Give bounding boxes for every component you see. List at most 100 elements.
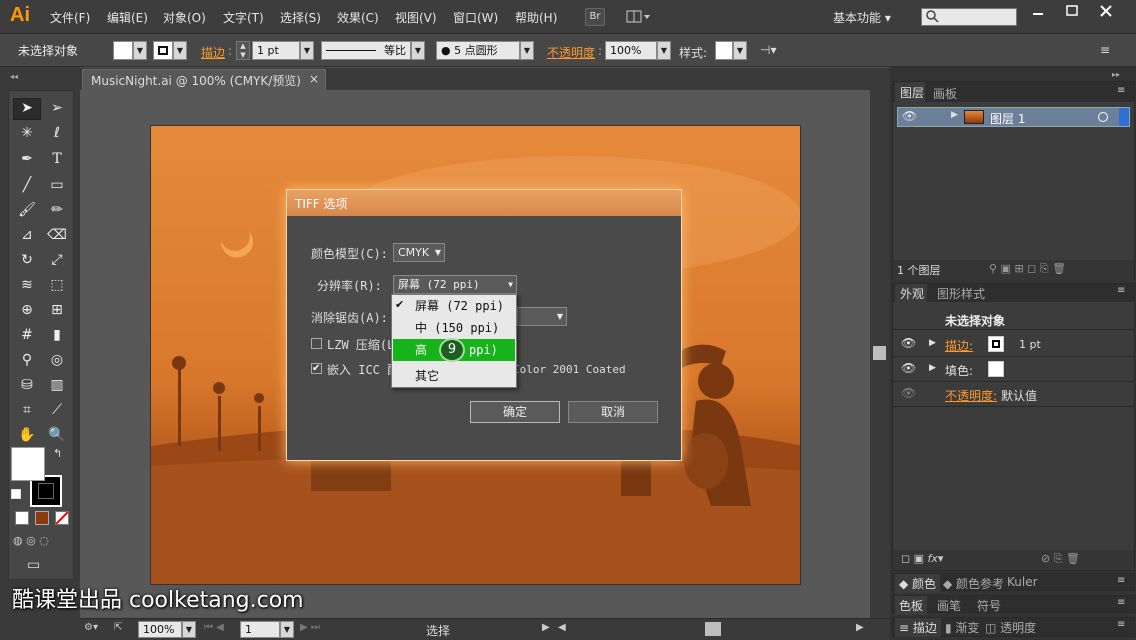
tab-transparency[interactable]: ◫ 透明度 [985,619,1036,636]
perspective-grid-tool-icon[interactable]: ⊞ [43,299,71,322]
artboard-tool-icon[interactable]: ⌗ [13,399,41,422]
tab-gradient[interactable]: ▮ 渐变 [945,619,979,636]
brush-select[interactable]: ● 5 点圆形 [436,41,520,60]
draw-mode-icons[interactable]: ◍ ◎ ◌ [13,534,69,550]
tab-kuler[interactable]: Kuler [1007,575,1038,589]
type-tool-icon[interactable]: T [43,148,71,171]
tab-color[interactable]: ◆ 颜色 [895,574,941,593]
fill-swatch[interactable] [113,41,133,60]
style-dropdown-icon[interactable]: ▼ [733,41,747,60]
shape-builder-tool-icon[interactable]: ⊕ [13,299,41,322]
menu-help[interactable]: 帮助(H) [515,9,557,26]
fill-expand-icon[interactable]: ▶ [929,363,936,373]
zoom-dropdown-icon[interactable]: ▼ [182,621,196,638]
close-icon[interactable] [1097,4,1115,18]
none-mode-icon[interactable] [55,511,69,525]
tab-graphic-styles[interactable]: 图形样式 [937,285,985,302]
horizontal-scroll-thumb[interactable] [705,622,721,636]
resolution-option-screen[interactable]: 屏幕 (72 ppi) [393,295,515,317]
stroke-weight-stepper[interactable]: ▲ ▼ [236,41,250,60]
align-options-icon[interactable]: ⊣▾ [760,43,790,59]
hand-tool-icon[interactable]: ✋ [13,424,41,447]
appearance-menu-icon[interactable]: ≡ [1117,285,1125,296]
menu-object[interactable]: 对象(O) [163,9,206,26]
tab-stroke[interactable]: ≡ 描边 [895,618,941,637]
next-artboard-icons[interactable]: ▶ ⏭ [300,622,340,633]
toolbox-collapse-icon[interactable]: ◂◂ [10,72,70,82]
menu-effect[interactable]: 效果(C) [337,9,379,26]
menu-window[interactable]: 窗口(W) [453,9,498,26]
hscroll-left-icon[interactable]: ◀ [558,622,568,633]
menu-type[interactable]: 文字(T) [223,9,264,26]
cancel-button[interactable]: 取消 [568,401,658,423]
appearance-clear-icons[interactable]: ⊘ ⎘ 🗑 [1041,552,1080,566]
appearance-fill-swatch[interactable] [988,361,1004,377]
stroke-label[interactable]: 描边 [201,44,225,61]
artboard-number-input[interactable]: 1 [240,621,280,638]
blob-brush-tool-icon[interactable]: ⊿ [13,224,41,247]
stroke-profile-select[interactable]: 等比 [321,41,411,60]
prev-artboard-icons[interactable]: ⏮ ◀ [204,622,244,633]
rectangle-tool-icon[interactable]: ▭ [43,174,71,197]
eraser-tool-icon[interactable]: ⌫ [43,224,71,247]
appearance-stroke-label[interactable]: 描边: [945,337,973,354]
tab-brushes[interactable]: 画笔 [937,597,961,614]
layer-row[interactable]: 👁 ▶ 图层 1 [897,107,1130,127]
eyedropper-tool-icon[interactable]: ⚲ [13,349,41,372]
default-colors-icon[interactable] [11,489,21,499]
search-input[interactable] [921,8,1017,26]
fill-eye-icon[interactable]: 👁 [901,361,916,375]
swap-colors-icon[interactable]: ↰ [53,447,67,461]
blend-tool-icon[interactable]: ◎ [43,349,71,372]
paintbrush-tool-icon[interactable]: 🖌 [13,199,41,222]
minimize-icon[interactable] [1029,4,1047,18]
stroke-eye-icon[interactable]: 👁 [901,336,916,350]
rotate-tool-icon[interactable]: ↻ [13,249,41,272]
opacity-input[interactable]: 100% [605,41,657,60]
width-tool-icon[interactable]: ≋ [13,274,41,297]
control-menu-icon[interactable]: ≡ [1100,43,1120,59]
zoom-tool-icon[interactable]: 🔍 [43,424,71,447]
document-close-icon[interactable]: × [309,72,319,86]
free-transform-tool-icon[interactable]: ⬚ [43,274,71,297]
line-tool-icon[interactable]: ╱ [13,174,41,197]
resolution-option-high[interactable]: 高 ppi) 9 [393,338,515,362]
workspace-switcher[interactable]: 基本功能 ▾ [833,9,891,26]
stroke-swatch[interactable] [153,41,173,60]
tab-swatches[interactable]: 色板 [895,596,928,615]
column-graph-tool-icon[interactable]: ▥ [43,374,71,397]
arrange-documents-icon[interactable] [626,9,652,25]
layers-menu-icon[interactable]: ≡ [1117,85,1125,96]
menu-select[interactable]: 选择(S) [280,9,321,26]
stroke-dropdown-icon[interactable]: ▼ [173,41,187,60]
stroke-weight-dropdown-icon[interactable]: ▼ [300,41,314,60]
pencil-tool-icon[interactable]: ✏ [43,199,71,222]
fill-dropdown-icon[interactable]: ▼ [133,41,147,60]
expand-triangle-icon[interactable]: ▶ [951,110,958,120]
magic-wand-tool-icon[interactable]: ✳ [13,122,41,145]
ok-button[interactable]: 确定 [470,401,560,423]
appearance-opacity-label[interactable]: 不透明度: [945,387,997,404]
pen-tool-icon[interactable]: ✒ [13,148,41,171]
tab-appearance[interactable]: 外观 [895,284,927,302]
resolution-option-other[interactable]: 其它 [393,365,515,387]
color-panel-menu-icon[interactable]: ≡ [1117,575,1125,586]
dock-collapse-icon[interactable]: ▸▸ [1112,70,1132,80]
vertical-scroll-thumb[interactable] [873,346,886,360]
artboard-dropdown-icon[interactable]: ▼ [280,621,294,638]
zoom-input[interactable]: 100% [138,621,182,638]
gradient-mode-icon[interactable] [35,511,49,525]
menu-view[interactable]: 视图(V) [395,9,437,26]
appearance-fill-row[interactable]: 👁 ▶ 填色: [893,358,1134,382]
status-menu-icon[interactable]: ▶ [542,622,552,633]
hscroll-right-icon[interactable]: ▶ [856,622,866,633]
tab-color-guide[interactable]: ◆ 颜色参考 [943,575,1004,592]
document-tab[interactable]: MusicNight.ai @ 100% (CMYK/预览) × [82,69,326,90]
maximize-icon[interactable] [1063,4,1081,18]
lzw-checkbox[interactable] [311,338,322,349]
opacity-label[interactable]: 不透明度 [547,44,595,61]
icc-checkbox[interactable]: ✔ [311,363,322,374]
slice-tool-icon[interactable]: ⟋ [43,399,71,422]
antialias-select[interactable]: ▼ [517,307,567,326]
opacity-dropdown-icon[interactable]: ▼ [657,41,671,60]
